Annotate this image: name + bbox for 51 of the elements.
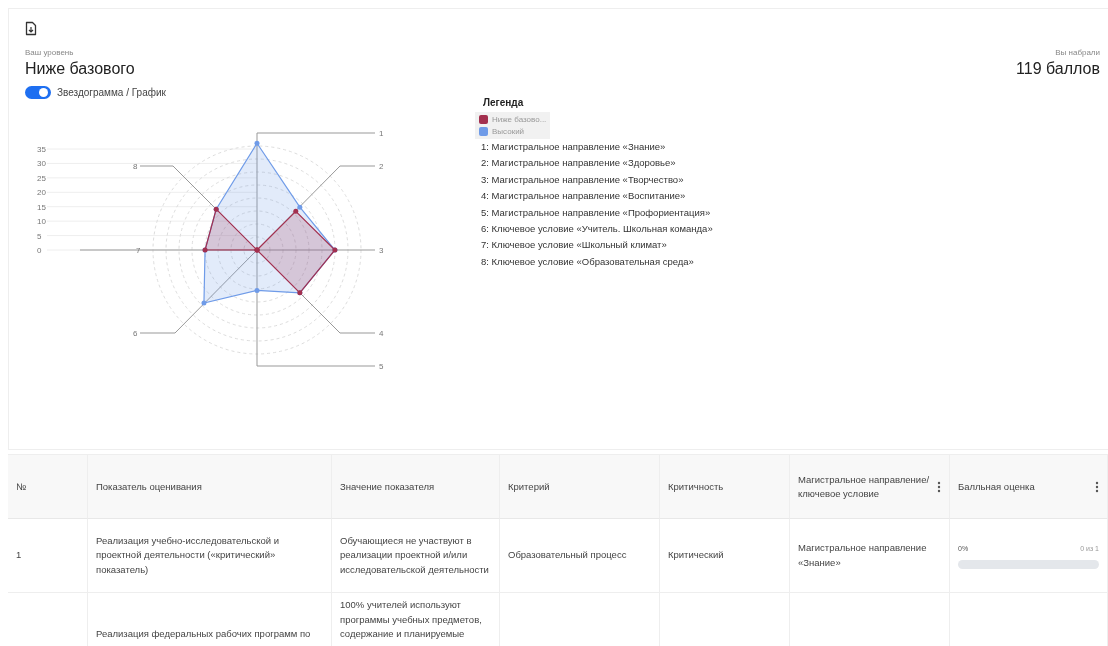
legend-axis-item: 3: Магистральное направление «Творчество»: [481, 172, 685, 187]
scale-label: 20: [37, 188, 46, 198]
legend-axis-item: 8: Ключевое условие «Образовательная среда»: [481, 254, 695, 269]
level-caption: Ваш уровень: [25, 48, 75, 57]
scale-label: 15: [37, 202, 46, 212]
column-title: Критерий: [508, 479, 550, 494]
table-cell-text: 1: [16, 548, 22, 563]
scale-label: 25: [37, 173, 46, 183]
table-cell-text: Образовательный процесс: [508, 548, 627, 563]
legend-axis-item: 4: Магистральное направление «Воспитание»: [481, 189, 687, 204]
column-title: Значение показателя: [340, 479, 435, 494]
axis-label: 1: [379, 129, 384, 138]
axis-label: 2: [379, 162, 384, 171]
level-value: Ниже базового: [25, 60, 135, 78]
table-cell-text: Реализация учебно-исследовательской и проектной деятельности («критический» показатель): [96, 533, 281, 577]
legend-series-name[interactable]: Ниже базово...: [492, 115, 547, 124]
legend-axis-item: 5: Магистральное направление «Профориентация»: [481, 205, 712, 220]
scale-label: 35: [37, 145, 46, 154]
more-options-icon[interactable]: [937, 480, 941, 493]
scale-label: 5: [37, 231, 42, 241]
toggle-label: Звездограмма / График: [57, 87, 166, 98]
legend-series-name[interactable]: Высокий: [492, 127, 525, 136]
column-title: Критичность: [668, 479, 724, 494]
scale-label: 0: [37, 246, 42, 255]
scale-label: 10: [37, 217, 46, 227]
legend-axis-item: 6: Ключевое условие «Учитель. Школьная команда»: [481, 222, 713, 237]
column-title: №: [16, 479, 27, 494]
legend-axis-item: 1: Магистральное направление «Знание»: [481, 140, 667, 154]
column-title: Показатель оценивания: [96, 479, 202, 494]
score-value: 119 баллов: [1016, 60, 1100, 78]
axis-label: 4: [379, 329, 384, 338]
axis-label: 7: [136, 246, 141, 255]
column-title: Магистральное направление/ключевое условие: [798, 472, 931, 501]
legend-title: Легенда: [483, 97, 525, 108]
view-toggle[interactable]: [25, 86, 51, 99]
column-title: Балльная оценка: [958, 479, 1035, 494]
axis-label: 3: [379, 246, 384, 255]
table-cell-text: 100% учителей используют программы учебных предметов, содержание и планируемые: [340, 598, 483, 642]
legend-axis-item: 7: Ключевое условие «Школьный климат»: [481, 238, 668, 253]
table-cell-text: Обучающиеся не участвуют в реализации проектной и/или исследовательской деятельности: [340, 533, 490, 577]
axis-label: 6: [133, 329, 138, 338]
table-cell-text: Реализация федеральных рабочих программ по: [96, 627, 311, 641]
scale-label: 30: [37, 159, 46, 169]
table-cell-text: Критический: [668, 548, 724, 563]
table-cell-text: Магистральное направление «Знание»: [798, 540, 928, 570]
score-caption: Вы набрали: [1055, 48, 1100, 57]
axis-label: 5: [379, 362, 384, 371]
legend-axis-item: 2: Магистральное направление «Здоровье»: [481, 156, 677, 171]
axis-label: 8: [133, 162, 138, 171]
more-options-icon[interactable]: [1095, 480, 1099, 493]
file-download-icon[interactable]: [25, 21, 37, 36]
